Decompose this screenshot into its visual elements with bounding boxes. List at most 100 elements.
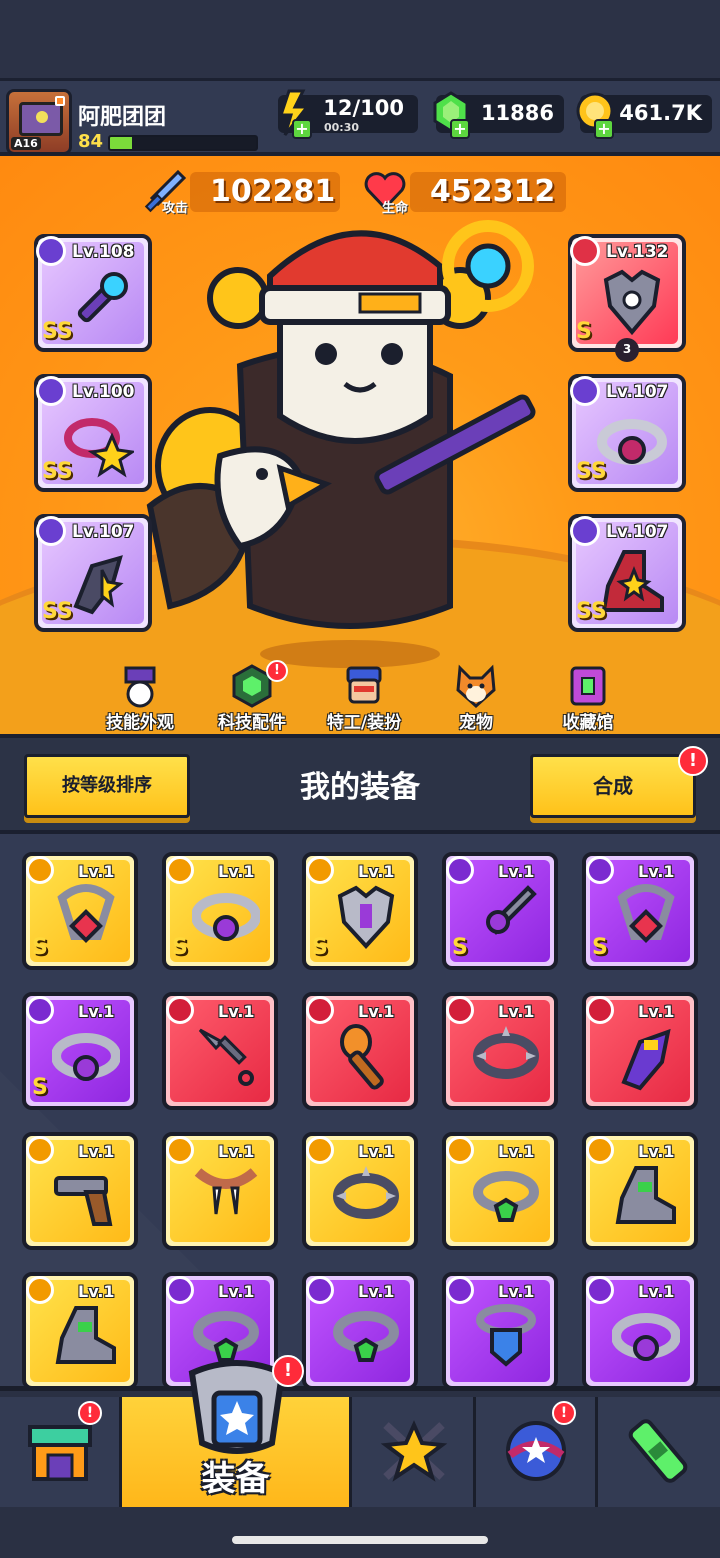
item-level: Lv.1 bbox=[358, 1002, 395, 1021]
inventory-item[interactable]: Lv.1 bbox=[302, 1272, 418, 1390]
item-level: Lv.1 bbox=[78, 1282, 115, 1301]
item-level: Lv.1 bbox=[498, 1282, 535, 1301]
nav-equipment-label: 装备 bbox=[201, 1459, 270, 1499]
lab-tube-icon bbox=[628, 1419, 688, 1483]
spiked-collar-icon bbox=[473, 1026, 539, 1079]
item-type-icon bbox=[446, 1276, 474, 1304]
slot-level: Lv.108 bbox=[72, 242, 135, 262]
inventory-item[interactable]: Lv.1 S bbox=[582, 852, 698, 970]
item-type-icon bbox=[446, 996, 474, 1024]
inventory-item[interactable]: Lv.1 bbox=[22, 1272, 138, 1390]
item-type-icon bbox=[586, 996, 614, 1024]
nav-lab[interactable] bbox=[598, 1397, 720, 1507]
inventory-item[interactable]: Lv.1 S bbox=[442, 852, 558, 970]
belt-icon bbox=[52, 1033, 120, 1081]
boots-type-icon bbox=[570, 516, 600, 546]
nav-alert-badge: ! bbox=[272, 1355, 304, 1387]
home-indicator[interactable] bbox=[232, 1536, 488, 1544]
menu-tech-part[interactable]: ! 科技配件 bbox=[202, 656, 302, 734]
item-type-icon bbox=[26, 1136, 54, 1164]
sort-by-level-button[interactable]: 按等级排序 bbox=[24, 754, 190, 818]
nav-world[interactable]: ! bbox=[476, 1397, 598, 1507]
inventory-item[interactable]: Lv.1 bbox=[442, 1272, 558, 1390]
item-level: Lv.1 bbox=[498, 1142, 535, 1161]
item-level: Lv.1 bbox=[498, 862, 535, 881]
item-type-icon bbox=[306, 856, 334, 884]
inventory-item[interactable]: Lv.1 S bbox=[162, 852, 278, 970]
gem-counter[interactable]: + 11886 bbox=[433, 91, 564, 139]
equipped-slot-weapon[interactable]: Lv.108 SS bbox=[34, 234, 152, 352]
item-level: Lv.1 bbox=[78, 1002, 115, 1021]
nav-alert-badge: ! bbox=[552, 1401, 576, 1425]
nav-equipment[interactable]: ! 装备 bbox=[122, 1355, 352, 1507]
item-grade: S bbox=[592, 935, 608, 960]
gold-counter[interactable]: + 461.7K bbox=[576, 92, 712, 139]
equipped-slot-belt[interactable]: Lv.107 SS bbox=[568, 374, 686, 492]
item-type-icon bbox=[166, 1136, 194, 1164]
inventory-item[interactable]: Lv.1 bbox=[302, 1132, 418, 1250]
armor-icon bbox=[337, 885, 395, 949]
avatar-tag: A16 bbox=[11, 137, 41, 150]
inventory-item[interactable]: Lv.1 bbox=[582, 1132, 698, 1250]
menu-skill-skin[interactable]: 技能外观 bbox=[90, 656, 190, 734]
synthesize-alert-badge: ! bbox=[678, 746, 708, 776]
item-type-icon bbox=[26, 1276, 54, 1304]
player-level: 84 bbox=[78, 131, 104, 152]
inventory-item[interactable]: Lv.1 bbox=[162, 992, 278, 1110]
item-level: Lv.1 bbox=[498, 1002, 535, 1021]
energy-counter[interactable]: + 12/100 00:30 bbox=[278, 89, 418, 139]
item-level: Lv.1 bbox=[358, 862, 395, 881]
boots-icon bbox=[55, 1306, 116, 1364]
necklace-icon bbox=[57, 884, 115, 943]
necklace-icon bbox=[617, 884, 675, 943]
shield-necklace-icon bbox=[476, 1304, 536, 1367]
item-level: Lv.1 bbox=[358, 1282, 395, 1301]
world-icon bbox=[506, 1421, 566, 1481]
inventory-item[interactable]: Lv.1 bbox=[22, 1132, 138, 1250]
item-type-icon bbox=[26, 996, 54, 1024]
gem-add-button[interactable]: + bbox=[450, 119, 470, 139]
slot-level: Lv.107 bbox=[606, 522, 669, 542]
equipped-slot-necklace[interactable]: Lv.100 SS bbox=[34, 374, 152, 492]
inventory-item[interactable]: Lv.1 bbox=[442, 992, 558, 1110]
inventory-item[interactable]: Lv.1 bbox=[582, 1272, 698, 1390]
synthesize-button[interactable]: 合成 bbox=[530, 754, 696, 818]
item-type-icon bbox=[306, 996, 334, 1024]
pet-icon bbox=[456, 664, 496, 708]
gem-ring-icon bbox=[473, 1171, 539, 1222]
equipped-slot-glove[interactable]: Lv.107 SS bbox=[34, 514, 152, 632]
inventory-item[interactable]: Lv.1 S bbox=[302, 852, 418, 970]
item-type-icon bbox=[586, 1136, 614, 1164]
skill-skin-icon bbox=[124, 666, 156, 708]
menu-collection[interactable]: 收藏馆 bbox=[538, 656, 638, 734]
nav-skills[interactable] bbox=[352, 1397, 476, 1507]
gem-value: 11886 bbox=[480, 101, 554, 125]
menu-pet[interactable]: 宠物 bbox=[426, 656, 526, 734]
nav-shop[interactable]: ! bbox=[0, 1397, 122, 1507]
gold-add-button[interactable]: + bbox=[594, 119, 614, 139]
glove-type-icon bbox=[36, 516, 66, 546]
gauntlet-icon bbox=[621, 1028, 671, 1091]
item-level: Lv.1 bbox=[78, 862, 115, 881]
inventory-item[interactable]: Lv.1 S bbox=[22, 852, 138, 970]
attack-value: 102281 bbox=[210, 174, 336, 209]
menu-agent[interactable]: 特工/装扮 bbox=[314, 656, 414, 734]
item-grade: S bbox=[452, 935, 468, 960]
gold-value: 461.7K bbox=[619, 101, 702, 125]
inventory-item[interactable]: Lv.1 bbox=[162, 1132, 278, 1250]
equipped-slot-boots[interactable]: Lv.107 SS bbox=[568, 514, 686, 632]
skills-star-icon bbox=[380, 1420, 448, 1482]
item-grade: S bbox=[172, 935, 188, 960]
item-level: Lv.1 bbox=[358, 1142, 395, 1161]
nav-alert-badge: ! bbox=[78, 1401, 102, 1425]
armor-icon bbox=[603, 269, 661, 336]
inventory-item[interactable]: Lv.1 S bbox=[22, 992, 138, 1110]
inventory-item[interactable]: Lv.1 bbox=[302, 992, 418, 1110]
energy-add-button[interactable]: + bbox=[292, 119, 312, 139]
inventory-item[interactable]: Lv.1 bbox=[582, 992, 698, 1110]
hero-character-illustration bbox=[146, 220, 536, 668]
player-avatar[interactable]: A16 bbox=[6, 89, 72, 155]
menu-label: 科技配件 bbox=[218, 713, 286, 733]
inventory-item[interactable]: Lv.1 bbox=[442, 1132, 558, 1250]
equipped-slot-armor[interactable]: Lv.132 S 3 bbox=[568, 234, 686, 362]
